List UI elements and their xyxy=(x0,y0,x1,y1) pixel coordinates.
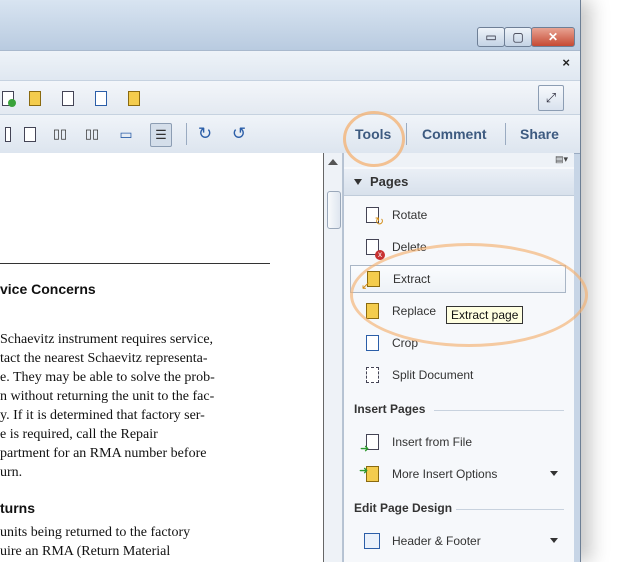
pages-item-label: Split Document xyxy=(392,368,474,382)
blank-page-icon[interactable] xyxy=(60,89,76,107)
pages-item-split-document[interactable]: Split Document xyxy=(350,361,566,389)
pages-item-label: Rotate xyxy=(392,208,428,222)
group-divider xyxy=(434,410,564,411)
edit-page-design-group-title: Edit Page Design xyxy=(354,501,453,515)
design-item-header-footer[interactable]: Header & Footer xyxy=(350,527,566,555)
group-divider xyxy=(456,509,564,510)
full-screen-icon[interactable]: ⤢ xyxy=(538,85,564,111)
close-button[interactable]: ✕ xyxy=(531,27,575,47)
document-line: y. If it is determined that factory ser- xyxy=(0,408,205,423)
rotate-clockwise-icon[interactable]: ↻ xyxy=(197,124,213,143)
document-line: Schaevitz instrument requires service, xyxy=(0,332,214,347)
document-line: partment for an RMA number before xyxy=(0,446,207,461)
dropdown-arrow-icon[interactable] xyxy=(550,538,558,543)
scroll-up-icon[interactable] xyxy=(328,159,338,165)
title-bar: ▭ ▢ ✕ xyxy=(0,0,580,50)
extract-highlight-ring xyxy=(350,243,588,347)
tools-highlight-ring xyxy=(343,111,405,167)
two-page-scroll-icon[interactable]: ▯▯ xyxy=(84,125,100,143)
document-line: uire an RMA (Return Material xyxy=(0,544,171,559)
design-item-label: Header & Footer xyxy=(392,534,481,548)
more-insert-options-icon: ➜ xyxy=(359,464,382,484)
tools-pane: ▤▾ Pages ↻ Rotate x Delete ↙ Extract Rep… xyxy=(343,153,574,562)
insert-item-label: Insert from File xyxy=(392,435,473,449)
insert-item-label: More Insert Options xyxy=(392,467,498,481)
document-line: urn. xyxy=(0,465,23,480)
pages-item-rotate[interactable]: ↻ Rotate xyxy=(350,201,566,229)
screen-mode-icon[interactable]: ▭ xyxy=(118,125,134,143)
page-view-icon[interactable] xyxy=(0,125,16,143)
window-controls: ▭ ▢ ✕ xyxy=(477,27,575,47)
two-page-icon[interactable]: ▯▯ xyxy=(52,125,68,143)
tab-separator xyxy=(505,123,506,145)
document-line: e is required, call the Repair xyxy=(0,427,158,442)
document-line: n without returning the unit to the fac- xyxy=(0,389,215,404)
view-toolbar: ▯▯ ▯▯ ▭ ☰ ↻ ↺ Tools Comment Share xyxy=(0,114,580,154)
scrolling-mode-icon[interactable]: ☰ xyxy=(150,123,172,147)
extract-pages-icon[interactable] xyxy=(27,89,43,107)
insert-pages-group-title: Insert Pages xyxy=(354,402,426,416)
tab-share[interactable]: Share xyxy=(520,126,559,142)
document-line: units being returned to the factory xyxy=(0,525,191,540)
insert-item-from-file[interactable]: ➜ Insert from File xyxy=(350,428,566,456)
rotate-counterclockwise-icon[interactable]: ↺ xyxy=(231,124,247,143)
insert-pages-icon[interactable] xyxy=(0,89,16,107)
dropdown-arrow-icon[interactable] xyxy=(550,471,558,476)
toolbar-separator xyxy=(186,123,187,145)
document-heading-returns: turns xyxy=(0,500,35,516)
collapse-triangle-icon xyxy=(354,179,362,185)
document-line: tact the nearest Schaevitz representa- xyxy=(0,351,208,366)
document-scrollbar[interactable] xyxy=(324,153,343,562)
insert-from-file-icon: ➜ xyxy=(360,432,382,455)
menu-bar: × xyxy=(0,50,580,81)
replace-pages-icon[interactable] xyxy=(126,89,142,107)
pane-options-icon[interactable]: ▤▾ xyxy=(555,154,568,165)
tab-comment[interactable]: Comment xyxy=(422,126,487,142)
close-document-icon[interactable]: × xyxy=(562,55,570,70)
single-page-icon[interactable] xyxy=(22,125,38,143)
insert-item-more-options[interactable]: ➜ More Insert Options xyxy=(350,460,566,488)
rotate-page-icon: ↻ xyxy=(362,205,384,228)
document-view[interactable]: vice Concerns Schaevitz instrument requi… xyxy=(0,153,324,562)
crop-page-icon xyxy=(362,333,382,353)
crop-page-icon[interactable] xyxy=(93,89,109,107)
minimize-button[interactable]: ▭ xyxy=(477,27,505,47)
extract-tooltip: Extract page xyxy=(446,306,524,324)
quick-tools-toolbar: ⤢ xyxy=(0,80,580,115)
document-heading-service: vice Concerns xyxy=(0,281,96,297)
header-footer-icon xyxy=(362,531,382,551)
maximize-button[interactable]: ▢ xyxy=(504,27,532,47)
delete-page-icon: x xyxy=(362,237,385,260)
pages-section-header[interactable]: Pages xyxy=(344,169,574,196)
tab-separator xyxy=(406,123,407,145)
pages-section-title: Pages xyxy=(370,174,409,189)
scroll-thumb[interactable] xyxy=(327,191,341,229)
document-line: e. They may be able to solve the prob- xyxy=(0,370,215,385)
split-document-icon xyxy=(362,365,382,385)
document-rule xyxy=(0,263,270,264)
